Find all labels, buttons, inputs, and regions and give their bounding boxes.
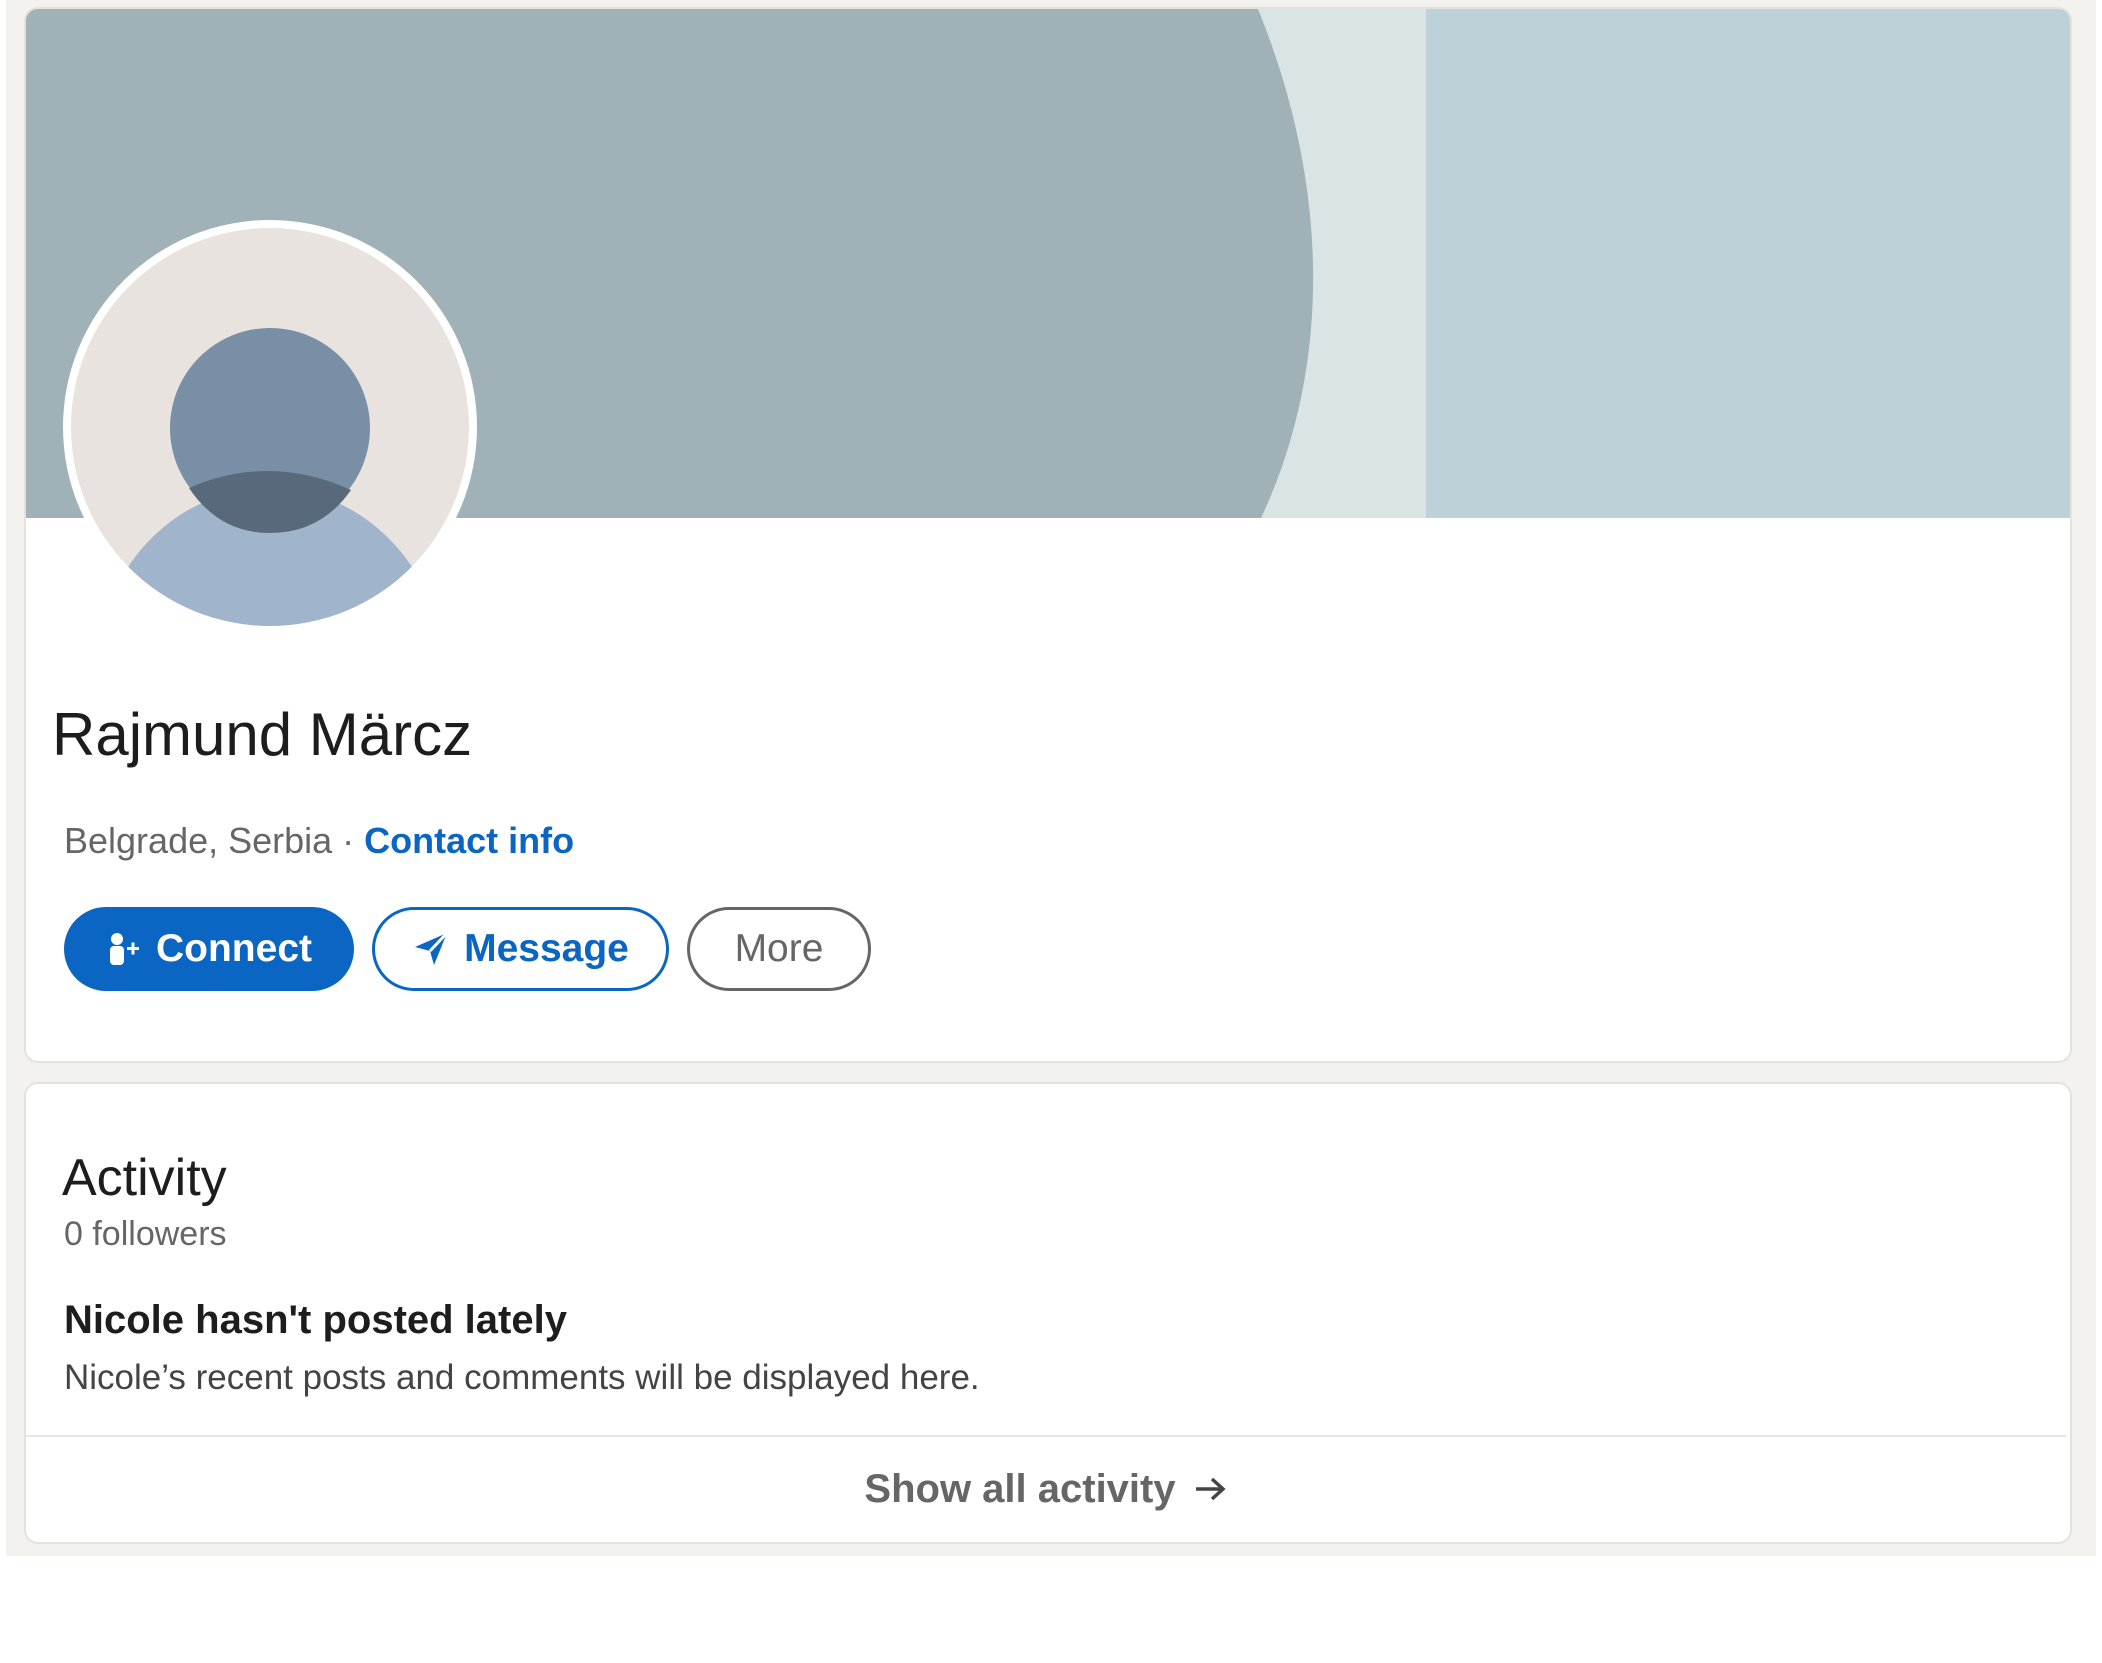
activity-empty-description: Nicole’s recent posts and comments will … bbox=[64, 1358, 980, 1397]
send-arrow-icon bbox=[412, 930, 450, 968]
followers-count: 0 followers bbox=[64, 1215, 227, 1253]
message-button[interactable]: Message bbox=[372, 907, 669, 991]
profile-avatar[interactable] bbox=[63, 220, 477, 634]
arrow-right-icon bbox=[1192, 1471, 1228, 1507]
activity-divider bbox=[26, 1435, 2066, 1437]
profile-meta: Belgrade, Serbia · Contact info bbox=[64, 820, 574, 862]
meta-separator: · bbox=[342, 820, 355, 861]
contact-info-link[interactable]: Contact info bbox=[364, 820, 574, 861]
more-button[interactable]: More bbox=[687, 907, 871, 991]
activity-empty-title: Nicole hasn't posted lately bbox=[64, 1298, 567, 1342]
add-person-icon bbox=[106, 931, 142, 967]
connect-button[interactable]: Connect bbox=[64, 907, 354, 991]
connect-label: Connect bbox=[156, 927, 312, 970]
show-all-activity-label: Show all activity bbox=[864, 1466, 1176, 1511]
profile-name: Rajmund Märcz bbox=[52, 701, 473, 768]
message-label: Message bbox=[464, 927, 629, 970]
show-all-activity-button[interactable]: Show all activity bbox=[26, 1440, 2066, 1538]
profile-location: Belgrade, Serbia bbox=[64, 820, 333, 861]
activity-title: Activity bbox=[62, 1149, 227, 1207]
more-label: More bbox=[734, 927, 824, 970]
default-avatar-icon bbox=[71, 228, 469, 626]
